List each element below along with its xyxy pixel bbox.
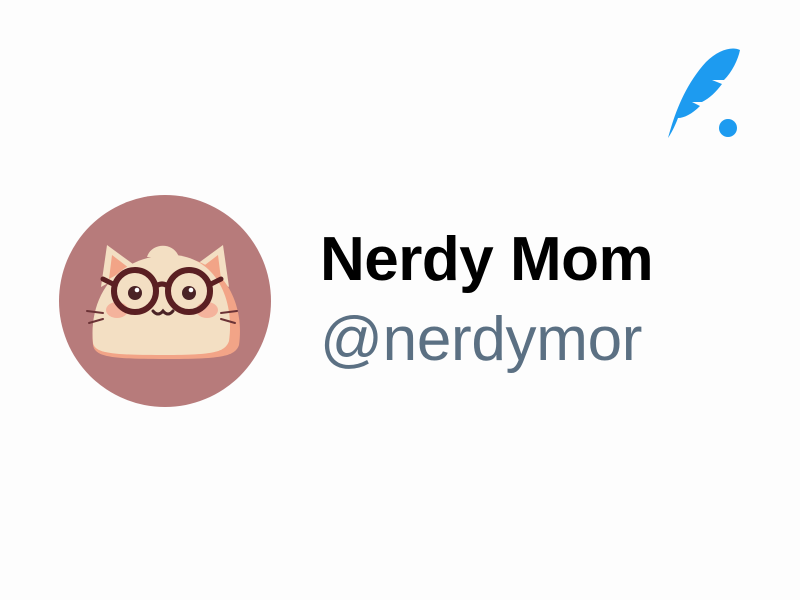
quill-feather-icon (668, 48, 740, 138)
avatar[interactable] (59, 195, 271, 407)
quill-logo-icon (666, 46, 742, 142)
profile-name-block: Nerdy Mom @nerdymor (320, 218, 682, 378)
cat-with-glasses-avatar (59, 195, 271, 407)
display-name[interactable]: Nerdy Mom (320, 218, 682, 302)
user-handle[interactable]: @nerdymor (320, 302, 682, 378)
